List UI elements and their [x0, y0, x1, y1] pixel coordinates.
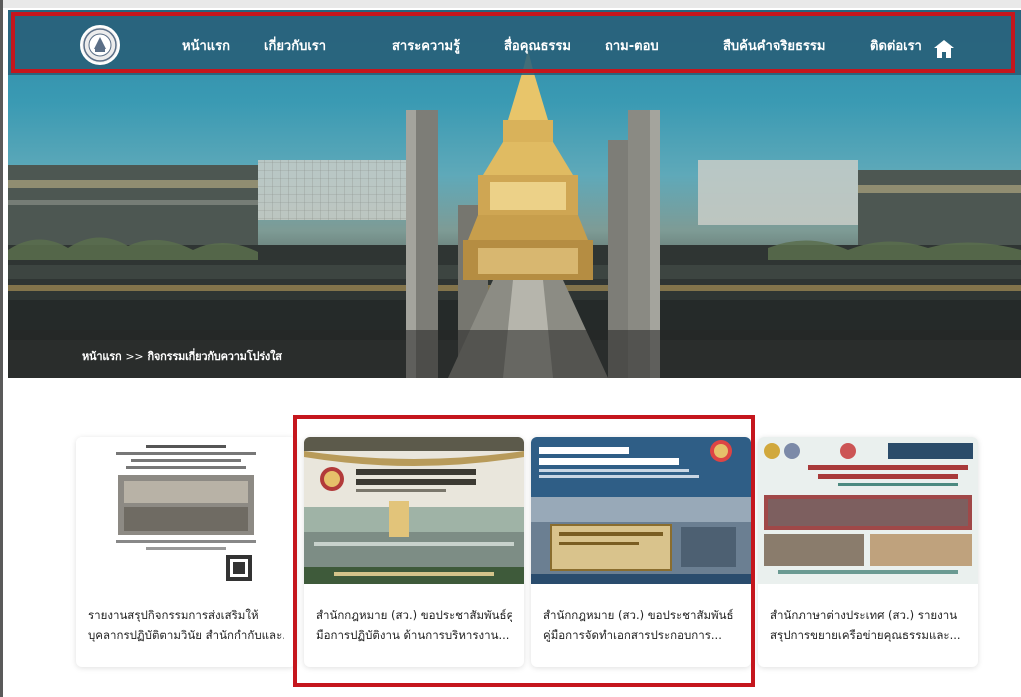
card-title-line[interactable]: รายงานสรุปกิจกรรมการส่งเสริมให้	[88, 605, 284, 625]
page: หน้าแรก เกี่ยวกับเรา สาระความรู้ สื่อคุณ…	[0, 0, 1021, 697]
nav-highlight-box	[11, 12, 1015, 73]
breadcrumb-separator: >>	[125, 350, 144, 363]
card-title-line[interactable]: สำนักภาษาต่างประเทศ (สว.) รายงาน	[770, 605, 966, 625]
window-top-edge	[0, 0, 1021, 8]
card-title[interactable]: รายงานสรุปกิจกรรมการส่งเสริมให้ บุคลากรป…	[76, 605, 296, 645]
window-left-edge	[0, 0, 3, 697]
article-card[interactable]: รายงานสรุปกิจกรรมการส่งเสริมให้ บุคลากรป…	[76, 437, 296, 667]
breadcrumb-current: กิจกรรมเกี่ยวกับความโปร่งใส	[147, 350, 282, 363]
card-title[interactable]: สำนักภาษาต่างประเทศ (สว.) รายงาน สรุปการ…	[758, 605, 978, 645]
breadcrumb: หน้าแรก >> กิจกรรมเกี่ยวกับความโปร่งใส	[82, 347, 282, 365]
card-thumbnail[interactable]	[758, 437, 978, 584]
card-thumbnail[interactable]	[76, 437, 296, 584]
cards-highlight-box	[293, 415, 755, 687]
card-title-line[interactable]: สรุปการขยายเครือข่ายคุณธรรมและ...	[770, 625, 966, 645]
breadcrumb-home-link[interactable]: หน้าแรก	[82, 350, 122, 363]
article-card[interactable]: สำนักภาษาต่างประเทศ (สว.) รายงาน สรุปการ…	[758, 437, 978, 667]
card-title-line[interactable]: บุคลากรปฏิบัติตามวินัย สำนักกำกับและ...	[88, 625, 284, 645]
